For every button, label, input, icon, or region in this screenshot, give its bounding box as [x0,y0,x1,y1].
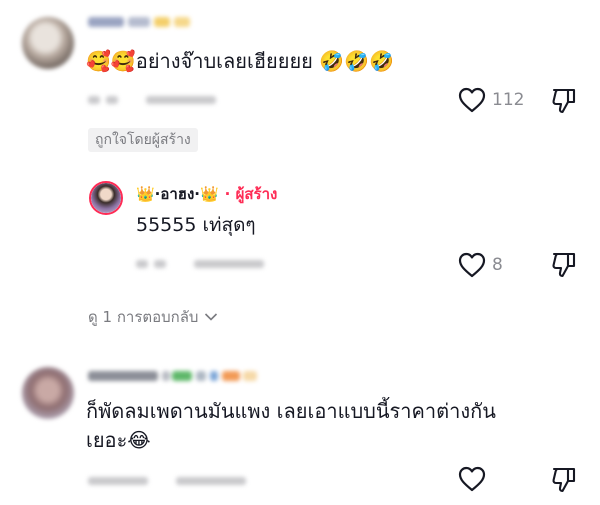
like-count: 8 [492,255,503,275]
avatar[interactable] [22,17,74,69]
like-button[interactable]: 8 [458,252,503,278]
heart-outline-icon [458,466,486,492]
reply-meta [136,258,276,270]
heart-outline-icon [458,87,486,113]
username[interactable] [88,368,268,384]
thumbs-down-outline-icon[interactable] [551,251,577,279]
reply-text: 55555 เท่สุดๆ [136,214,256,236]
comment-meta [88,94,228,106]
chevron-down-icon [205,313,218,321]
comment-text: ก็พัดลมเพดานมันแพง เลยเอาแบบนี้ราคาต่างก… [86,399,496,423]
heart-outline-icon [458,252,486,278]
creator-badge: · ผู้สร้าง [224,185,278,203]
creator-avatar[interactable] [89,181,123,215]
like-count: 112 [492,90,525,110]
creator-name[interactable]: 👑·อาฮง·👑 · ผู้สร้าง [136,182,277,206]
like-button[interactable]: 112 [458,87,524,113]
comment-text: 🥰🥰อย่างจ๊าบเลยเฮียยยย 🤣🤣🤣 [86,49,394,73]
thumbs-down-outline-icon[interactable] [551,466,577,494]
avatar[interactable] [22,367,74,419]
liked-by-creator-badge: ถูกใจโดยผู้สร้าง [88,128,198,152]
comment-text-line2: เยอะ😂 [86,428,151,452]
thumbs-down-outline-icon[interactable] [551,87,577,115]
view-replies-button[interactable]: ดู 1 การตอบกลับ [88,305,218,329]
comment-meta [88,475,258,487]
username[interactable] [88,14,198,30]
like-button[interactable] [458,466,492,492]
